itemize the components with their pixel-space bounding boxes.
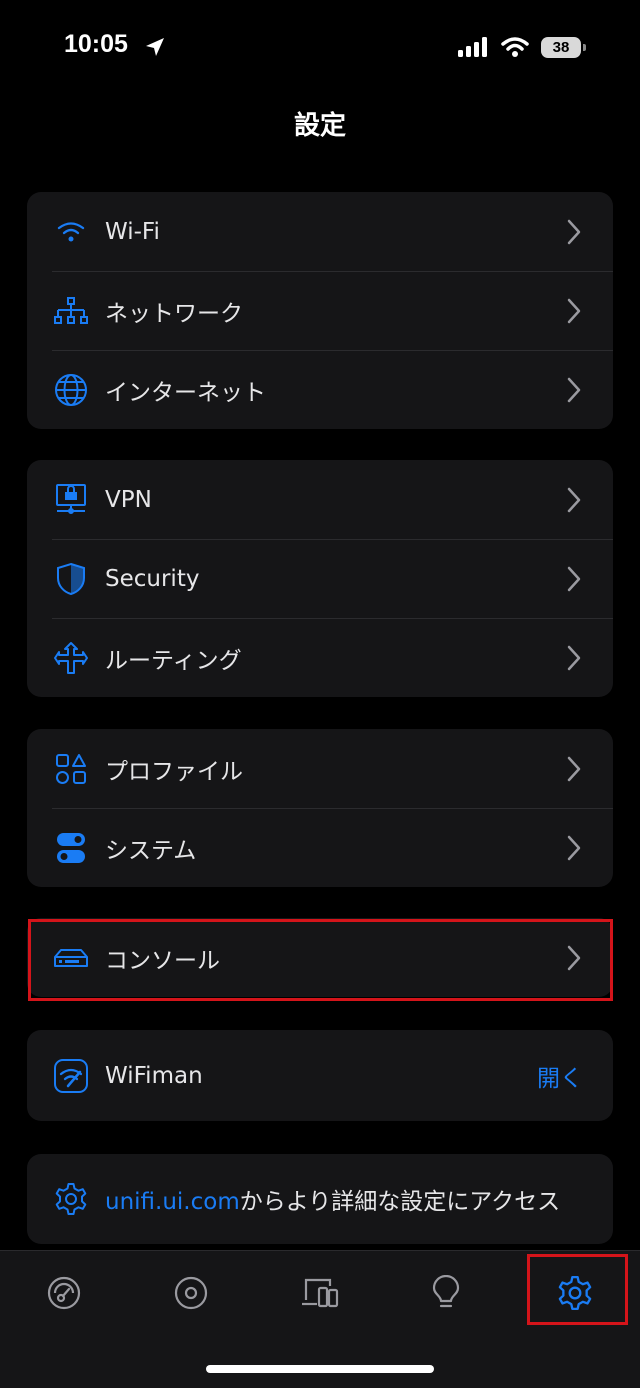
advanced-settings-suffix: からより詳細な設定にアクセス	[239, 1189, 561, 1215]
settings-item-label: Security	[105, 565, 200, 592]
settings-item-wifi[interactable]: Wi-Fi	[27, 192, 613, 271]
page-title: 設定	[293, 111, 346, 141]
chevron-right-icon	[567, 566, 581, 591]
location-arrow-icon	[146, 38, 164, 56]
routing-arrows-icon	[53, 640, 89, 676]
settings-group-wifiman: WiFiman 開く	[27, 1030, 613, 1121]
settings-item-label: インターネット	[105, 379, 266, 406]
battery-indicator: 38	[541, 37, 586, 58]
home-indicator	[206, 1365, 434, 1373]
chevron-right-icon	[567, 377, 581, 402]
shapes-icon	[53, 751, 89, 787]
chevron-right-icon	[567, 756, 581, 781]
settings-item-network[interactable]: ネットワーク	[27, 271, 613, 350]
highlight-box-settings-tab	[527, 1254, 628, 1325]
settings-group-security: VPN Security ルーティング	[27, 460, 613, 697]
settings-item-label: システム	[105, 837, 197, 864]
shield-icon	[53, 561, 89, 597]
settings-group-network: Wi-Fi ネットワーク インターネット	[27, 192, 613, 429]
advanced-settings-row: unifi.ui.comからより詳細な設定にアクセス	[27, 1154, 613, 1244]
status-time: 10:05	[64, 30, 128, 58]
tab-devices[interactable]	[169, 1271, 213, 1315]
settings-item-label: WiFiman	[105, 1062, 203, 1089]
toggles-icon	[53, 830, 89, 866]
chevron-right-icon	[567, 219, 581, 244]
settings-item-label: ネットワーク	[105, 300, 243, 327]
chevron-right-icon	[567, 298, 581, 323]
chevron-right-icon	[567, 487, 581, 512]
gear-icon	[53, 1181, 89, 1217]
settings-item-security[interactable]: Security	[27, 539, 613, 618]
wifiman-app-icon	[53, 1058, 89, 1094]
tab-insights[interactable]	[424, 1271, 468, 1315]
settings-item-label: ルーティング	[105, 647, 242, 674]
settings-item-label: Wi-Fi	[105, 218, 160, 245]
status-bar: 10:05 38	[0, 0, 640, 100]
advanced-settings-card: unifi.ui.comからより詳細な設定にアクセス	[27, 1154, 613, 1244]
vpn-icon	[53, 482, 89, 518]
wifi-icon	[53, 214, 89, 250]
chevron-right-icon	[567, 835, 581, 860]
settings-item-profiles[interactable]: プロファイル	[27, 729, 613, 808]
tab-dashboard[interactable]	[42, 1271, 86, 1315]
settings-item-vpn[interactable]: VPN	[27, 460, 613, 539]
chevron-right-icon	[567, 645, 581, 670]
unifi-link[interactable]: unifi.ui.com	[105, 1189, 240, 1215]
globe-icon	[53, 372, 89, 408]
lightbulb-icon	[432, 1275, 460, 1308]
tab-clients[interactable]	[298, 1271, 342, 1315]
cellular-signal-icon	[458, 37, 487, 57]
settings-item-system[interactable]: システム	[27, 808, 613, 887]
open-app-link[interactable]: 開く	[537, 1059, 583, 1093]
dashboard-gauge-icon	[47, 1276, 81, 1310]
settings-item-label: プロファイル	[105, 758, 243, 785]
settings-group-system: プロファイル システム	[27, 729, 613, 887]
highlight-box-console	[28, 919, 613, 1001]
settings-item-label: VPN	[105, 486, 152, 513]
network-topology-icon	[53, 293, 89, 329]
settings-item-routing[interactable]: ルーティング	[27, 618, 613, 697]
settings-item-wifiman[interactable]: WiFiman 開く	[27, 1030, 613, 1121]
settings-item-internet[interactable]: インターネット	[27, 350, 613, 429]
clients-devices-icon	[302, 1278, 339, 1308]
device-circle-icon	[174, 1276, 208, 1310]
advanced-settings-text: unifi.ui.comからより詳細な設定にアクセス	[105, 1182, 560, 1216]
wifi-status-icon	[501, 37, 529, 57]
